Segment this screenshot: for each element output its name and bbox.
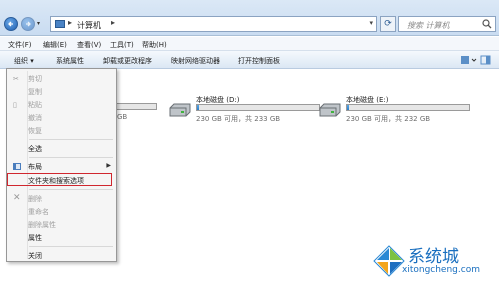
forward-button[interactable] (21, 17, 35, 31)
delete-x-icon: ✕ (13, 193, 21, 203)
menu-item-label: 重命名 (28, 208, 49, 216)
menu-item-label: 全选 (28, 145, 42, 153)
menu-item-paste[interactable]: ▯ 粘贴 (9, 99, 114, 110)
menu-item-label: 关闭 (28, 252, 42, 260)
uninstall-program-button[interactable]: 卸载或更改程序 (103, 56, 152, 66)
organize-button[interactable]: 组织 ▾ (14, 56, 34, 66)
computer-icon (55, 20, 65, 28)
menu-item-properties[interactable]: 属性 (9, 232, 114, 243)
watermark-url: xitongcheng.com (402, 265, 480, 275)
menu-view[interactable]: 查看(V) (77, 40, 101, 50)
submenu-arrow-icon: ▶ (106, 162, 111, 169)
breadcrumb-separator[interactable]: ▸ (111, 18, 115, 27)
menu-separator (29, 157, 113, 158)
menu-file[interactable]: 文件(F) (8, 40, 32, 50)
menu-item-undo[interactable]: 撤消 (9, 112, 114, 123)
layout-icon (13, 163, 21, 170)
watermark: 系统城 xitongcheng.com (372, 240, 496, 284)
menu-item-close[interactable]: 关闭 (9, 250, 114, 261)
drive-e[interactable]: 本地磁盘 (E:) 230 GB 可用，共 232 GB (318, 95, 478, 127)
back-button[interactable] (4, 17, 18, 31)
menu-item-label: 粘贴 (28, 101, 42, 109)
address-dropdown-icon[interactable]: ▾ (369, 19, 373, 27)
recent-pages-dropdown[interactable]: ▾ (37, 20, 40, 27)
menu-item-select-all[interactable]: 全选 (9, 143, 114, 154)
drive-e-usage-fill (347, 105, 350, 110)
hard-disk-icon (169, 103, 191, 117)
menu-separator (29, 189, 113, 190)
menu-separator (29, 246, 113, 247)
drive-d-size: 230 GB 可用，共 233 GB (196, 115, 281, 123)
system-properties-button[interactable]: 系统属性 (56, 56, 84, 66)
explorer-window: ▾ ▸ 计算机 ▸ ▾ ⟳ 搜索 计算机 文件(F) 编辑(E) 查看(V) 工… (0, 0, 499, 286)
drive-d-usage-fill (197, 105, 200, 110)
scissors-icon: ✂ (13, 75, 19, 83)
view-options-icon (461, 55, 491, 65)
menu-item-cut[interactable]: ✂ 剪切 (9, 73, 114, 84)
watermark-brand: 系统城 (408, 247, 459, 267)
menu-item-copy[interactable]: 复制 (9, 86, 114, 97)
menu-item-label: 恢复 (28, 127, 42, 135)
xitongcheng-logo-icon (373, 245, 405, 277)
menu-bar: 文件(F) 编辑(E) 查看(V) 工具(T) 帮助(H) (0, 37, 499, 51)
address-row: ▾ ▸ 计算机 ▸ ▾ ⟳ 搜索 计算机 (0, 0, 499, 36)
menu-item-redo[interactable]: 恢复 (9, 125, 114, 136)
view-options[interactable] (459, 54, 493, 66)
menu-tools[interactable]: 工具(T) (110, 40, 134, 50)
menu-item-label: 复制 (28, 88, 42, 96)
search-placeholder: 搜索 计算机 (407, 21, 450, 30)
search-box[interactable]: 搜索 计算机 (398, 16, 496, 32)
hard-disk-icon (319, 103, 341, 117)
drive-e-usage-bar (346, 104, 470, 111)
command-bar: 组织 ▾ 系统属性 卸载或更改程序 映射网络驱动器 打开控制面板 (0, 51, 499, 69)
menu-item-label: 撤消 (28, 114, 42, 122)
highlight-box (7, 173, 112, 186)
menu-item-label: 删除 (28, 195, 42, 203)
address-bar[interactable]: ▸ 计算机 ▸ ▾ (50, 16, 377, 32)
menu-item-label: 布局 (28, 163, 42, 171)
menu-help[interactable]: 帮助(H) (142, 40, 167, 50)
drive-c-size: GB (117, 113, 128, 121)
drive-e-size: 230 GB 可用，共 232 GB (346, 115, 431, 123)
drive-c-usage-bar (117, 103, 157, 110)
menu-item-label: 删除属性 (28, 221, 56, 229)
open-control-panel-button[interactable]: 打开控制面板 (238, 56, 280, 66)
map-network-drive-button[interactable]: 映射网络驱动器 (171, 56, 220, 66)
menu-item-delete[interactable]: ✕ 删除 (9, 193, 114, 204)
menu-item-label: 属性 (28, 234, 42, 242)
drive-d[interactable]: 本地磁盘 (D:) 230 GB 可用，共 233 GB (168, 95, 328, 127)
search-icon[interactable] (482, 19, 492, 29)
menu-item-remove-properties[interactable]: 删除属性 (9, 219, 114, 230)
drive-d-usage-bar (196, 104, 320, 111)
menu-edit[interactable]: 编辑(E) (43, 40, 67, 50)
organize-menu: ✂ 剪切 复制 ▯ 粘贴 撤消 恢复 全选 布局 ▶ 文件夹和搜索选项 ✕ 删除… (6, 68, 117, 262)
forward-arrow-icon (26, 21, 31, 27)
menu-item-rename[interactable]: 重命名 (9, 206, 114, 217)
menu-separator (29, 139, 113, 140)
back-arrow-icon (8, 21, 13, 27)
menu-item-layout[interactable]: 布局 ▶ (9, 161, 114, 172)
breadcrumb-separator[interactable]: ▸ (68, 18, 72, 27)
menu-item-label: 剪切 (28, 75, 42, 83)
breadcrumb-computer[interactable]: 计算机 (77, 20, 101, 31)
refresh-button[interactable]: ⟳ (380, 16, 396, 32)
clipboard-icon: ▯ (13, 101, 17, 109)
